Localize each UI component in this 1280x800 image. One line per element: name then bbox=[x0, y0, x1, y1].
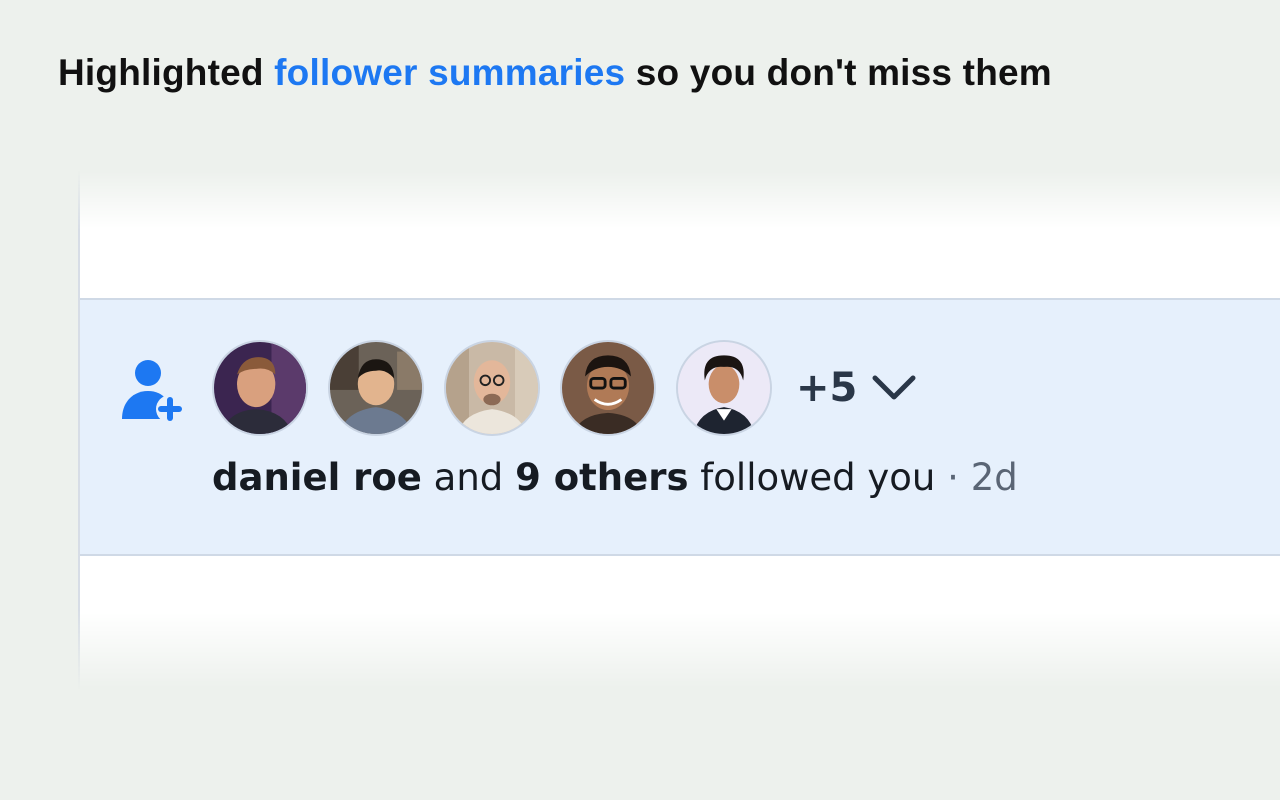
separator-dot: · bbox=[947, 456, 959, 499]
timestamp: 2d bbox=[970, 456, 1018, 499]
follower-summary-notification[interactable]: +5 daniel roe and 9 others followed you … bbox=[80, 298, 1280, 556]
chevron-down-icon[interactable] bbox=[871, 373, 917, 403]
headline-accent: follower summaries bbox=[274, 52, 626, 93]
others-count[interactable]: 9 others bbox=[515, 456, 688, 499]
avatar[interactable] bbox=[676, 340, 772, 436]
user-plus-icon bbox=[122, 360, 184, 423]
page-headline: Highlighted follower summaries so you do… bbox=[58, 52, 1052, 94]
avatar[interactable] bbox=[328, 340, 424, 436]
headline-suffix: so you don't miss them bbox=[635, 52, 1052, 93]
avatar[interactable] bbox=[444, 340, 540, 436]
avatar[interactable] bbox=[212, 340, 308, 436]
actor-name[interactable]: daniel roe bbox=[212, 456, 422, 499]
summary-text: daniel roe and 9 others followed you · 2… bbox=[212, 456, 1018, 499]
action-text: followed you bbox=[700, 456, 936, 499]
avatar[interactable] bbox=[560, 340, 656, 436]
connector-text: and bbox=[433, 456, 504, 499]
headline-prefix: Highlighted bbox=[58, 52, 264, 93]
avatar-stack: +5 bbox=[212, 340, 917, 436]
more-count: +5 bbox=[796, 365, 858, 411]
